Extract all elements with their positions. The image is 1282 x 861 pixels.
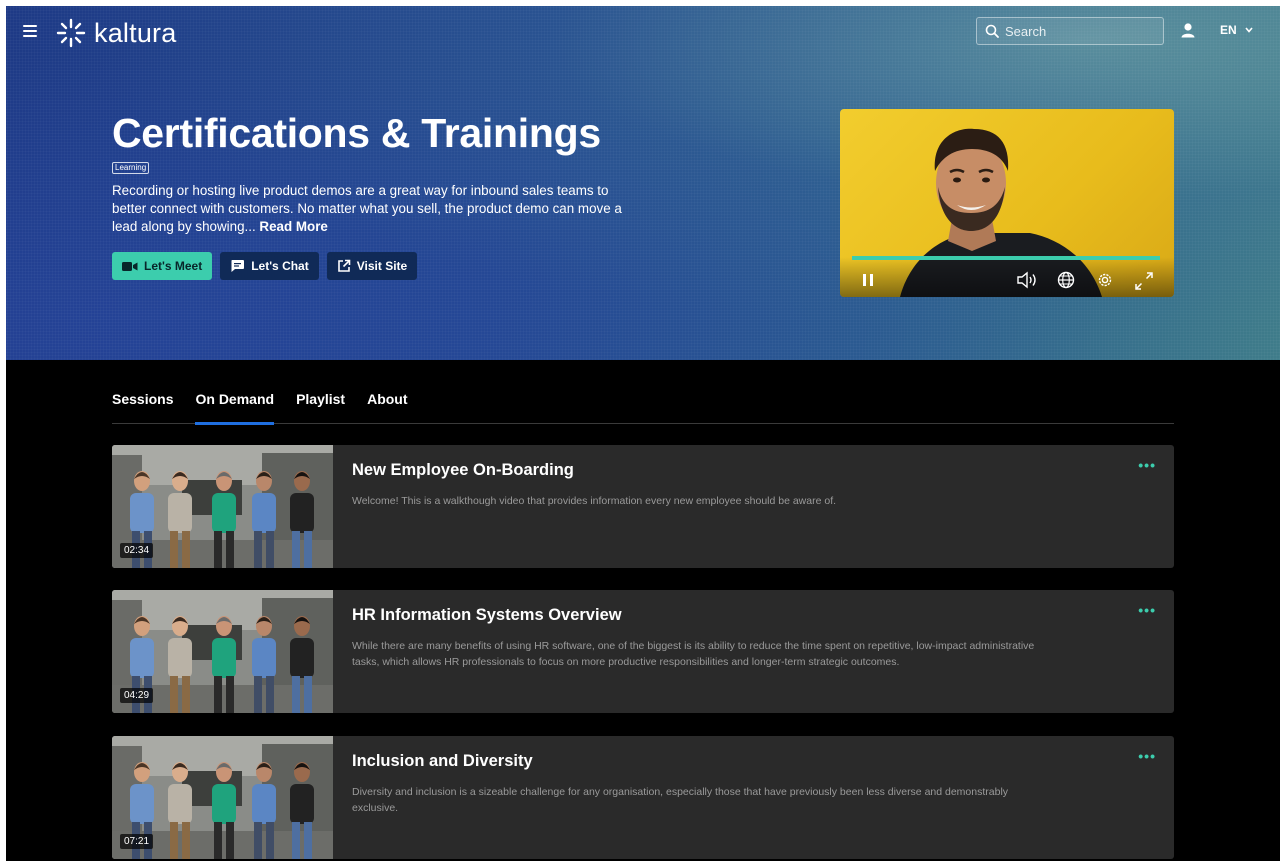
fullscreen-icon[interactable] [1134,271,1154,291]
lets-chat-label: Let's Chat [251,259,309,273]
tab-about[interactable]: About [367,390,407,424]
visit-site-button[interactable]: Visit Site [326,252,418,280]
chevron-down-icon [1245,27,1253,33]
video-description: Welcome! This is a walkthough video that… [352,495,837,507]
tab-sessions[interactable]: Sessions [112,390,173,424]
lets-meet-button[interactable]: Let's Meet [112,252,213,280]
video-card[interactable]: 04:29 HR Information Systems Overview Wh… [112,590,1174,713]
tab-on-demand[interactable]: On Demand [195,390,274,425]
top-bar: kaltura EN [6,6,1280,58]
pause-icon[interactable] [862,273,874,287]
video-player[interactable] [840,109,1174,297]
tab-playlist[interactable]: Playlist [296,390,345,424]
search-box[interactable] [976,17,1164,45]
video-card[interactable]: 07:21 Inclusion and Diversity Diversity … [112,736,1174,859]
page-frame: kaltura EN Certifications & Trainings Le… [6,6,1280,861]
globe-icon[interactable] [1057,271,1075,289]
lets-chat-button[interactable]: Let's Chat [220,252,319,280]
settings-gear-icon[interactable] [1096,271,1114,289]
external-link-icon [337,259,351,272]
content-tabs: Sessions On Demand Playlist About [112,390,1174,425]
video-duration: 07:21 [120,834,154,849]
chat-icon [231,260,245,272]
hero-actions: Let's Meet Let's Chat Visit Site [112,252,418,280]
search-input[interactable] [1005,23,1155,39]
page-title: Certifications & Trainings [112,110,601,156]
category-tag[interactable]: Learning [112,162,150,174]
search-icon [985,24,999,38]
more-options-icon[interactable]: ••• [1138,457,1156,473]
player-controls [840,257,1174,297]
lets-meet-label: Let's Meet [144,259,203,273]
read-more-link[interactable]: Read More [259,219,327,234]
visit-site-label: Visit Site [356,259,408,273]
hamburger-menu-icon[interactable] [23,25,37,37]
video-title[interactable]: Inclusion and Diversity [352,752,533,771]
user-icon[interactable] [1180,22,1196,38]
kaltura-logo-icon [56,18,86,48]
hero-description: Recording or hosting live product demos … [112,182,642,236]
more-options-icon[interactable]: ••• [1138,602,1156,618]
video-camera-icon [122,261,138,271]
video-description: Diversity and inclusion is a sizeable ch… [352,786,1009,814]
language-selector[interactable]: EN [1220,23,1253,37]
logo-text: kaltura [94,17,177,48]
video-description: While there are many benefits of using H… [352,640,1035,668]
language-label: EN [1220,23,1237,37]
hero-description-text: Recording or hosting live product demos … [112,183,622,234]
video-duration: 04:29 [120,688,154,703]
more-options-icon[interactable]: ••• [1138,748,1156,764]
kaltura-logo[interactable]: kaltura [54,16,176,50]
player-progress-bar[interactable] [852,256,1160,260]
video-duration: 02:34 [120,543,154,558]
video-title[interactable]: New Employee On-Boarding [352,461,574,480]
volume-icon[interactable] [1016,271,1040,289]
video-title[interactable]: HR Information Systems Overview [352,606,622,625]
video-card[interactable]: 02:34 New Employee On-Boarding Welcome! … [112,445,1174,568]
player-progress-fill [852,256,1160,260]
